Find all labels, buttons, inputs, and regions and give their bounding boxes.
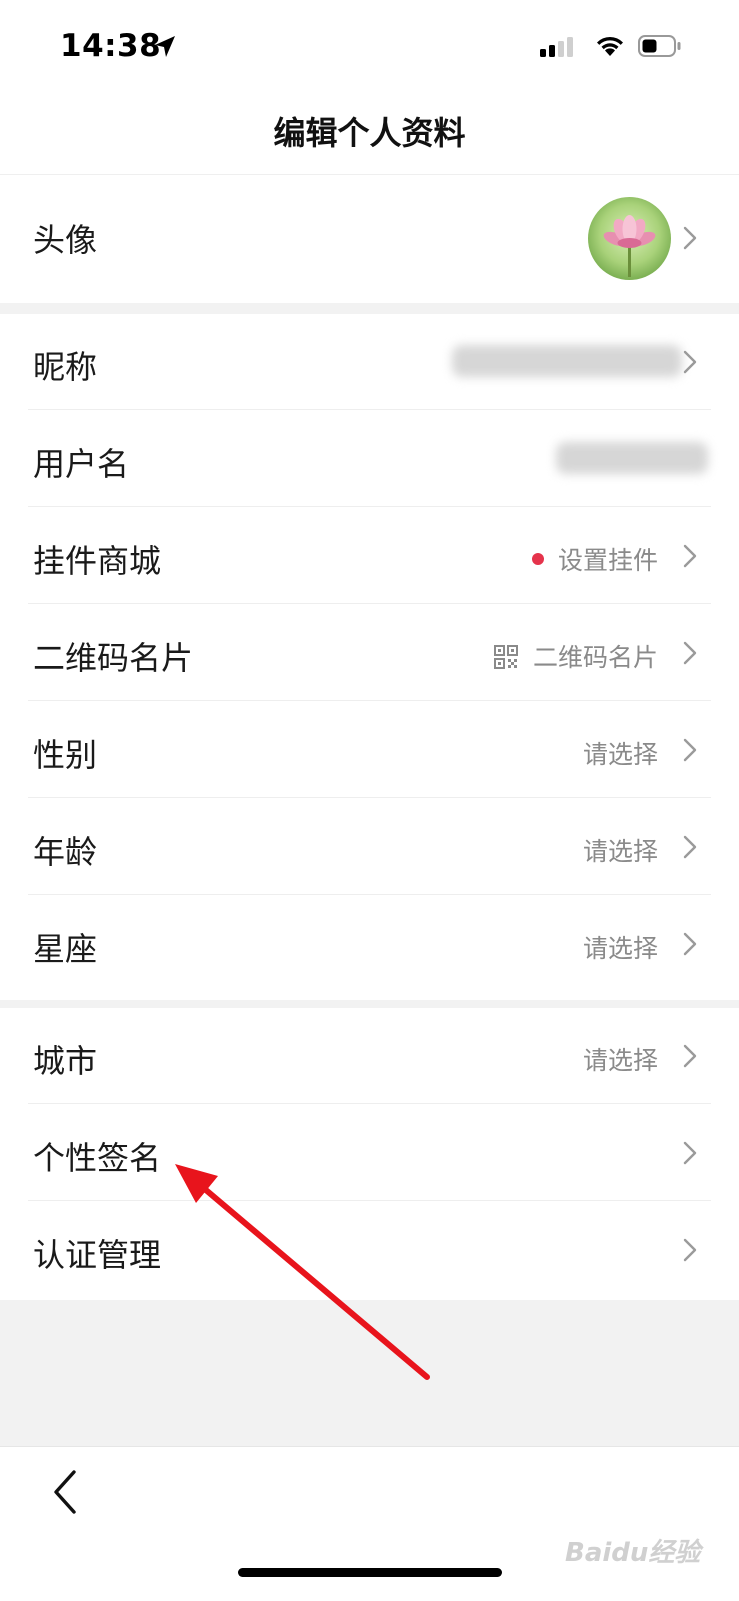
age-row[interactable]: 年龄 请选择 <box>0 799 739 895</box>
status-bar: 14:38 <box>0 0 739 96</box>
chevron-right-icon <box>683 641 697 665</box>
avatar-label: 头像 <box>33 221 98 259</box>
qrcode-icon <box>493 645 518 669</box>
qrcode-card-row[interactable]: 二维码名片 二维码名片 <box>0 605 739 701</box>
avatar[interactable] <box>588 197 671 280</box>
avatar-group: 头像 <box>0 175 739 303</box>
cellular-signal-icon <box>540 37 573 57</box>
chevron-right-icon <box>683 350 697 374</box>
battery-icon <box>638 35 681 57</box>
extra-info-group: 城市 请选择 个性签名 认证管理 <box>0 1008 739 1300</box>
chevron-right-icon <box>683 226 697 250</box>
city-value: 请选择 <box>582 1046 658 1075</box>
chevron-right-icon <box>683 932 697 956</box>
nickname-blurred-value <box>452 345 682 377</box>
qrcode-value: 二维码名片 <box>493 638 658 674</box>
signature-row[interactable]: 个性签名 <box>0 1105 739 1201</box>
verification-label: 认证管理 <box>33 1236 162 1274</box>
lotus-photo <box>588 197 671 280</box>
gender-row[interactable]: 性别 请选择 <box>0 702 739 798</box>
username-blurred-value <box>556 442 708 474</box>
chevron-right-icon <box>683 544 697 568</box>
nickname-row[interactable]: 昵称 <box>0 314 739 410</box>
qrcode-card-label: 二维码名片 <box>33 639 194 677</box>
verification-row[interactable]: 认证管理 <box>0 1202 739 1298</box>
constellation-row[interactable]: 星座 请选择 <box>0 896 739 992</box>
pendant-value: 设置挂件 <box>531 541 658 577</box>
constellation-value: 请选择 <box>582 934 658 963</box>
red-dot-badge <box>531 553 544 565</box>
gender-value: 请选择 <box>582 740 658 769</box>
basic-info-group: 昵称 用户名 挂件商城 设置挂件 二维码名片 二维码名片 性别 请选择 年龄 请… <box>0 314 739 1000</box>
chevron-right-icon <box>683 1044 697 1068</box>
age-value: 请选择 <box>582 837 658 866</box>
status-time: 14:38 <box>60 28 162 64</box>
nav-bar: 编辑个人资料 <box>0 96 739 175</box>
watermark: Baidu经验 <box>565 1538 701 1568</box>
chevron-left-icon[interactable] <box>50 1469 80 1515</box>
chevron-right-icon <box>683 1141 697 1165</box>
pendant-shop-label: 挂件商城 <box>33 542 162 580</box>
home-indicator[interactable] <box>238 1568 502 1577</box>
nickname-label: 昵称 <box>33 348 98 386</box>
avatar-row[interactable]: 头像 <box>0 175 739 303</box>
page-title: 编辑个人资料 <box>273 114 466 152</box>
chevron-right-icon <box>683 738 697 762</box>
location-arrow-icon <box>155 36 175 57</box>
city-label: 城市 <box>33 1042 98 1080</box>
city-row[interactable]: 城市 请选择 <box>0 1008 739 1104</box>
wifi-icon <box>597 36 623 56</box>
username-row[interactable]: 用户名 <box>0 411 739 507</box>
bottom-bar <box>0 1446 739 1601</box>
username-label: 用户名 <box>33 445 130 483</box>
signature-label: 个性签名 <box>33 1139 162 1177</box>
constellation-label: 星座 <box>33 930 98 968</box>
chevron-right-icon <box>683 1238 697 1262</box>
pendant-shop-row[interactable]: 挂件商城 设置挂件 <box>0 508 739 604</box>
gender-label: 性别 <box>33 736 98 774</box>
chevron-right-icon <box>683 835 697 859</box>
age-label: 年龄 <box>33 833 98 871</box>
